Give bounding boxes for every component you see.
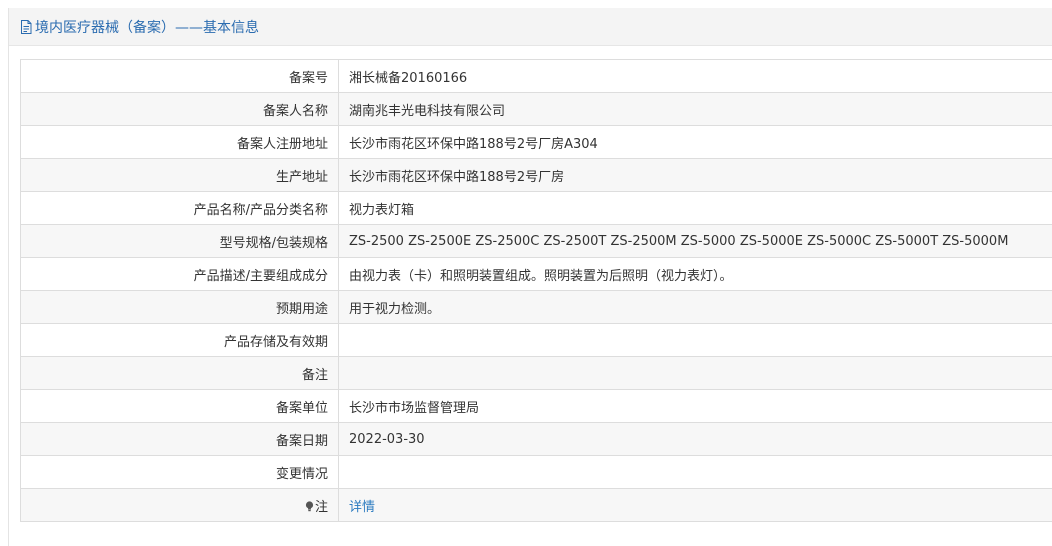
- page-frame: 境内医疗器械（备案）——基本信息 备案号 湘长械备20160166 备案人名称 …: [8, 8, 1052, 546]
- table-row: 备案人注册地址 长沙市雨花区环保中路188号2号厂房A304: [20, 125, 1052, 159]
- row-value-intended-use: 用于视力检测。: [338, 290, 1052, 324]
- row-label-model-spec: 型号规格/包装规格: [20, 224, 339, 258]
- row-value-remarks: [338, 356, 1052, 390]
- row-value-filer-name: 湖南兆丰光电科技有限公司: [338, 92, 1052, 126]
- table-row: 型号规格/包装规格 ZS-2500 ZS-2500E ZS-2500C ZS-2…: [20, 224, 1052, 258]
- document-icon: [21, 19, 32, 34]
- row-label-description: 产品描述/主要组成成分: [20, 257, 339, 291]
- table-row: 备注: [20, 356, 1052, 390]
- row-label-note: 注: [20, 488, 339, 522]
- table-row: 产品描述/主要组成成分 由视力表（卡）和照明装置组成。照明装置为后照明（视力表灯…: [20, 257, 1052, 291]
- table-row: 备案单位 长沙市市场监督管理局: [20, 389, 1052, 423]
- row-value-filing-number: 湘长械备20160166: [338, 59, 1052, 93]
- table-row: 产品存储及有效期: [20, 323, 1052, 357]
- row-value-product-name: 视力表灯箱: [338, 191, 1052, 225]
- section-header: 境内医疗器械（备案）——基本信息: [9, 8, 1052, 46]
- row-label-filer-address: 备案人注册地址: [20, 125, 339, 159]
- row-value-storage-validity: [338, 323, 1052, 357]
- table-row: 备案日期 2022-03-30: [20, 422, 1052, 456]
- page-title: 境内医疗器械（备案）——基本信息: [35, 19, 259, 36]
- row-label-filer-name: 备案人名称: [20, 92, 339, 126]
- row-label-filing-date: 备案日期: [20, 422, 339, 456]
- table-row: 注 详情: [20, 488, 1052, 522]
- row-value-production-address: 长沙市雨花区环保中路188号2号厂房: [338, 158, 1052, 192]
- table-row: 备案人名称 湖南兆丰光电科技有限公司: [20, 92, 1052, 126]
- row-label-product-name: 产品名称/产品分类名称: [20, 191, 339, 225]
- row-value-changes: [338, 455, 1052, 489]
- note-label: 注: [314, 499, 328, 515]
- row-label-production-address: 生产地址: [20, 158, 339, 192]
- table-row: 预期用途 用于视力检测。: [20, 290, 1052, 324]
- row-label-filing-unit: 备案单位: [20, 389, 339, 423]
- row-label-filing-number: 备案号: [20, 59, 339, 93]
- row-label-changes: 变更情况: [20, 455, 339, 489]
- row-value-filing-date: 2022-03-30: [338, 422, 1052, 456]
- row-value-model-spec: ZS-2500 ZS-2500E ZS-2500C ZS-2500T ZS-25…: [338, 224, 1052, 258]
- table-row: 生产地址 长沙市雨花区环保中路188号2号厂房: [20, 158, 1052, 192]
- row-value-description: 由视力表（卡）和照明装置组成。照明装置为后照明（视力表灯）。: [338, 257, 1052, 291]
- table-row: 变更情况: [20, 455, 1052, 489]
- table-row: 产品名称/产品分类名称 视力表灯箱: [20, 191, 1052, 225]
- table-row: 备案号 湘长械备20160166: [20, 59, 1052, 93]
- row-value-note: 详情: [338, 488, 1052, 522]
- row-value-filer-address: 长沙市雨花区环保中路188号2号厂房A304: [338, 125, 1052, 159]
- row-value-filing-unit: 长沙市市场监督管理局: [338, 389, 1052, 423]
- lightbulb-icon: [305, 500, 314, 511]
- row-label-remarks: 备注: [20, 356, 339, 390]
- info-table-wrapper: 备案号 湘长械备20160166 备案人名称 湖南兆丰光电科技有限公司 备案人注…: [20, 59, 1052, 522]
- details-link[interactable]: 详情: [349, 500, 375, 515]
- info-table: 备案号 湘长械备20160166 备案人名称 湖南兆丰光电科技有限公司 备案人注…: [20, 59, 1052, 522]
- row-label-intended-use: 预期用途: [20, 290, 339, 324]
- row-label-storage-validity: 产品存储及有效期: [20, 323, 339, 357]
